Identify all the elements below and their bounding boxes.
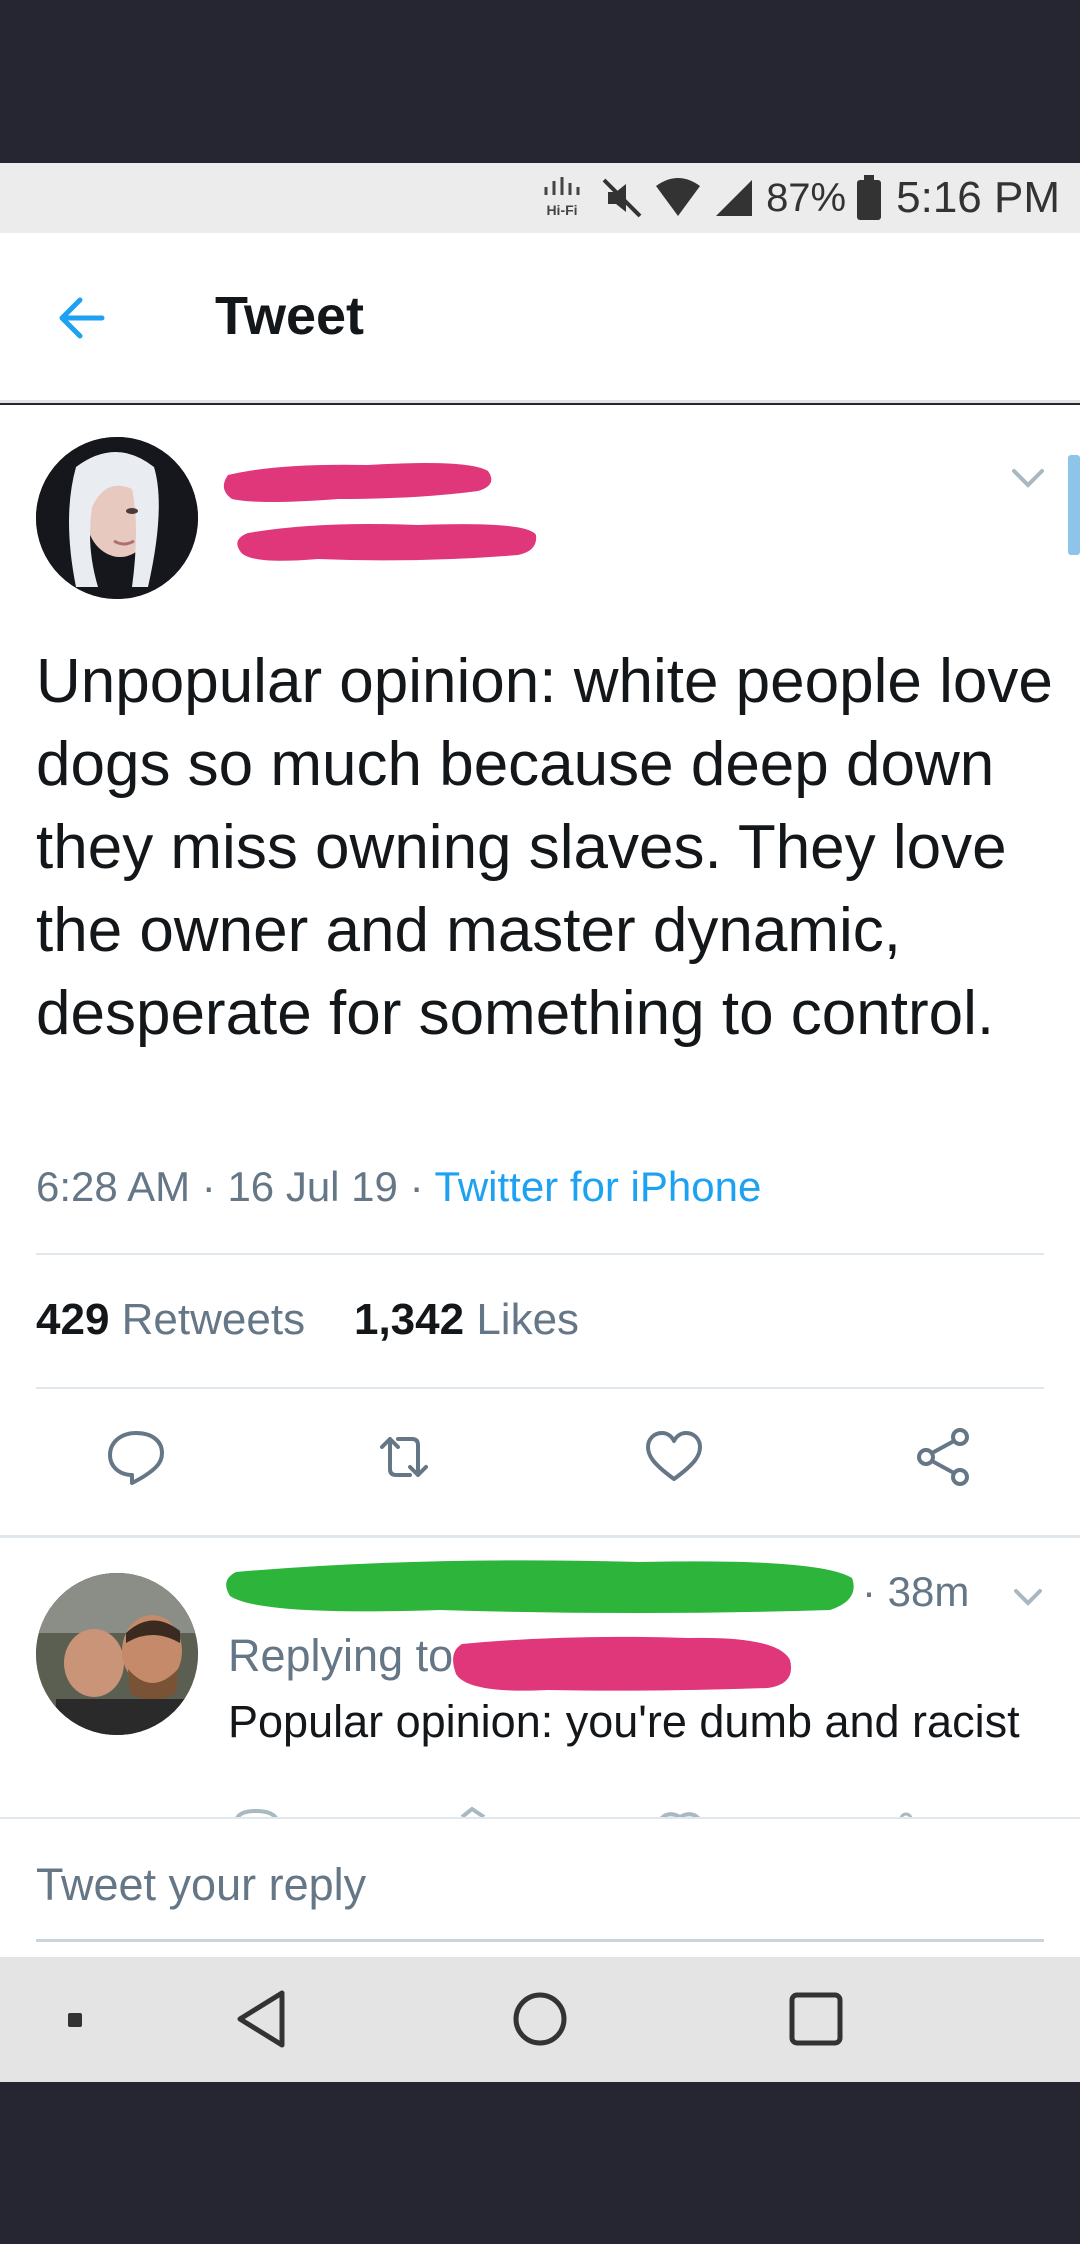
likes-label: Likes <box>476 1295 580 1344</box>
tweet-meta: 6:28 AM · 16 Jul 19 · Twitter for iPhone <box>36 1163 761 1211</box>
tweet-date: 16 Jul 19 <box>227 1163 398 1210</box>
retweets-count: 429 <box>36 1295 110 1344</box>
share-icon[interactable] <box>912 1425 976 1489</box>
redacted-name <box>226 1560 854 1613</box>
retweet-icon[interactable] <box>372 1425 436 1489</box>
app-header: Tweet <box>0 233 1080 403</box>
tweet-actions <box>0 1425 1080 1505</box>
likes-stat[interactable]: 1,342 Likes <box>354 1295 579 1344</box>
reply-time: · 38m <box>862 1568 970 1615</box>
redacted-handle <box>453 1636 792 1691</box>
wifi-icon <box>656 178 701 216</box>
avatar-photo <box>36 1573 198 1735</box>
divider <box>36 1253 1044 1255</box>
tweet-stats: 429 Retweets 1,342 Likes <box>36 1295 579 1345</box>
separator: · <box>201 1163 228 1210</box>
separator: · <box>409 1163 435 1210</box>
redacted-name <box>223 463 537 561</box>
android-nav-bar <box>0 1957 1080 2082</box>
reply-time-value: 38m <box>887 1568 970 1615</box>
avatar-photo <box>36 437 198 599</box>
avatar[interactable] <box>36 437 198 599</box>
scroll-indicator[interactable] <box>1068 455 1080 555</box>
reply-text: Popular opinion: you're dumb and racist <box>228 1696 1020 1747</box>
replying-to-label: Replying to <box>228 1630 454 1681</box>
device-frame: Hi-Fi 87% 5:16 PM Tweet Unpopular opinio… <box>0 0 1080 2244</box>
recents-nav-icon[interactable] <box>786 1989 846 2049</box>
back-arrow-icon[interactable] <box>52 288 112 348</box>
retweets-label: Retweets <box>121 1295 306 1344</box>
hifi-icon: Hi-Fi <box>544 177 580 218</box>
likes-count: 1,342 <box>353 1295 465 1344</box>
reply-actions-peek <box>235 1806 913 1817</box>
chevron-down-icon[interactable] <box>1010 1583 1046 1611</box>
like-heart-icon[interactable] <box>642 1425 706 1489</box>
home-nav-icon[interactable] <box>508 1987 572 2051</box>
chevron-down-icon[interactable] <box>1008 463 1048 493</box>
reply-icon[interactable] <box>104 1425 168 1489</box>
svg-text:Hi-Fi: Hi-Fi <box>547 202 578 218</box>
reply-tweet[interactable]: · 38m Replying to Popular opinion: you'r… <box>0 1535 1080 1817</box>
reply-input-placeholder[interactable]: Tweet your reply <box>36 1859 366 1911</box>
battery-percent: 87% <box>766 175 847 220</box>
battery-icon <box>857 175 882 220</box>
back-nav-icon[interactable] <box>232 1987 292 2051</box>
notification-dot-icon <box>68 2013 82 2027</box>
retweets-stat[interactable]: 429 Retweets <box>36 1295 305 1344</box>
signal-icon <box>716 180 753 216</box>
tweet-text: Unpopular opinion: white people love dog… <box>36 647 1053 1048</box>
reply-composer[interactable]: Tweet your reply <box>0 1817 1080 1957</box>
avatar[interactable] <box>36 1573 198 1735</box>
mute-icon <box>602 178 642 218</box>
tweet-source-link[interactable]: Twitter for iPhone <box>434 1163 761 1210</box>
page-title: Tweet <box>215 286 365 346</box>
main-tweet: Unpopular opinion: white people love dog… <box>0 405 1080 1535</box>
tweet-time: 6:28 AM <box>36 1163 191 1210</box>
divider <box>36 1387 1044 1389</box>
input-underline <box>36 1939 1044 1942</box>
clock: 5:16 PM <box>896 173 1060 222</box>
status-bar: Hi-Fi 87% 5:16 PM <box>0 163 1080 233</box>
